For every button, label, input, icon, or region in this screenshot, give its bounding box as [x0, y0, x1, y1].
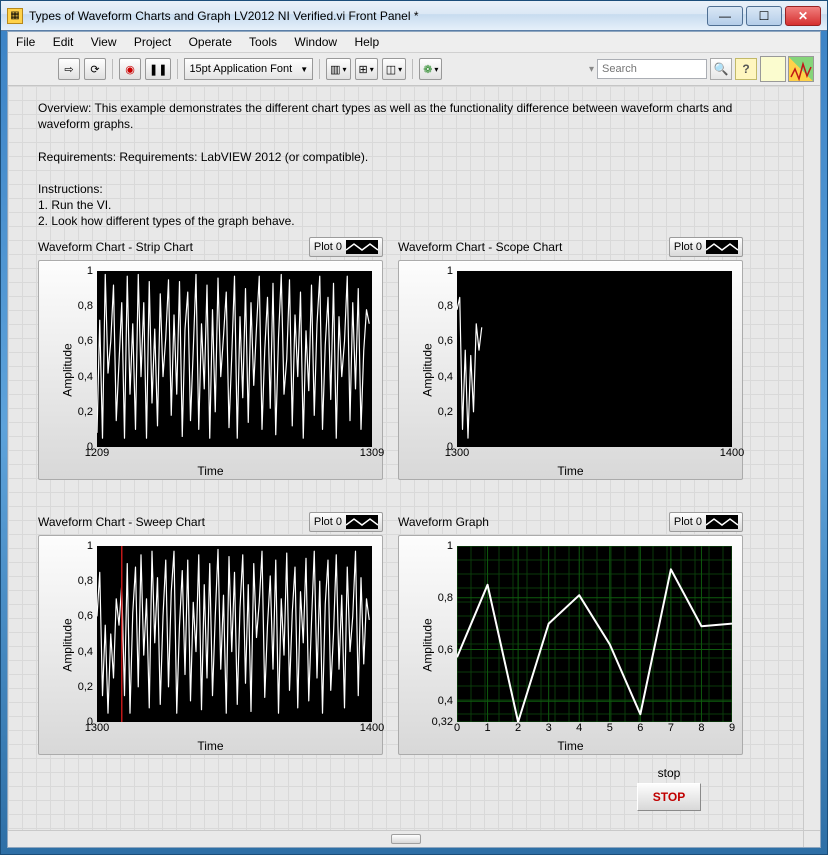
menu-help[interactable]: Help: [354, 35, 379, 49]
legend[interactable]: Plot 0: [309, 512, 383, 532]
pause-button[interactable]: ❚❚: [145, 58, 171, 80]
menu-project[interactable]: Project: [134, 35, 171, 49]
plot-area: [97, 271, 372, 447]
y-ticks: 00,20,40,60,81: [429, 271, 455, 447]
search-input[interactable]: [597, 59, 707, 79]
question-icon: ?: [742, 62, 749, 76]
help-button[interactable]: ?: [735, 58, 757, 80]
stop-label: stop: [634, 766, 704, 780]
menu-file[interactable]: File: [16, 35, 35, 49]
stop-circle-icon: ◉: [125, 63, 135, 76]
maximize-button[interactable]: ☐: [746, 6, 782, 26]
x-axis-label: Time: [399, 739, 742, 753]
x-ticks: 0123456789: [457, 722, 732, 736]
menu-tools[interactable]: Tools: [249, 35, 277, 49]
x-axis-label: Time: [399, 464, 742, 478]
chart-title: Waveform Graph: [398, 515, 489, 529]
legend-swatch: [706, 515, 738, 529]
window-title: Types of Waveform Charts and Graph LV201…: [29, 9, 707, 23]
font-selector-label: 15pt Application Font: [189, 63, 292, 75]
legend-swatch: [706, 240, 738, 254]
requirements-text: Requirements: Requirements: LabVIEW 2012…: [38, 149, 758, 165]
connector-pane-icon[interactable]: [760, 56, 786, 82]
x-axis-label: Time: [39, 739, 382, 753]
menu-operate[interactable]: Operate: [189, 35, 232, 49]
plot-box: Amplitude 00,20,40,60,81 13001400 Time: [38, 535, 383, 755]
y-ticks: 00,20,40,60,81: [69, 271, 95, 447]
chart-title: Waveform Chart - Sweep Chart: [38, 515, 205, 529]
x-ticks: 12091309: [97, 447, 372, 461]
font-selector[interactable]: 15pt Application Font ▼: [184, 58, 313, 80]
legend-label: Plot 0: [314, 241, 342, 253]
plot-box: Amplitude 0,320,40,60,81 0123456789 Time: [398, 535, 743, 755]
app-icon: ▦: [7, 8, 23, 24]
run-arrow-icon: ⇨: [64, 63, 73, 76]
overview-text: Overview: This example demonstrates the …: [38, 100, 758, 132]
minimize-button[interactable]: —: [707, 6, 743, 26]
chart-scope: Waveform Chart - Scope Chart Plot 0 Ampl…: [398, 236, 743, 480]
legend-swatch: [346, 240, 378, 254]
run-continuous-button[interactable]: ⟳: [84, 58, 106, 80]
horizontal-scrollbar[interactable]: [8, 830, 803, 847]
description-block: Overview: This example demonstrates the …: [38, 100, 758, 230]
run-button[interactable]: ⇨: [58, 58, 80, 80]
front-panel-canvas[interactable]: Overview: This example demonstrates the …: [8, 86, 820, 847]
close-button[interactable]: ✕: [785, 6, 821, 26]
vi-icon[interactable]: [788, 56, 814, 82]
x-ticks: 13001400: [457, 447, 732, 461]
instruction-1: 1. Run the VI.: [38, 197, 758, 213]
legend-swatch: [346, 515, 378, 529]
plot-box: Amplitude 00,20,40,60,81 13001400 Time: [398, 260, 743, 480]
menu-view[interactable]: View: [91, 35, 117, 49]
plot-area: [457, 271, 732, 447]
legend[interactable]: Plot 0: [669, 512, 743, 532]
chart-strip: Waveform Chart - Strip Chart Plot 0 Ampl…: [38, 236, 383, 480]
align-button[interactable]: ▥▾: [326, 58, 350, 80]
legend[interactable]: Plot 0: [669, 237, 743, 257]
menu-bar[interactable]: File Edit View Project Operate Tools Win…: [8, 32, 820, 53]
y-ticks: 0,320,40,60,81: [429, 546, 455, 722]
window-frame: ▦ Types of Waveform Charts and Graph LV2…: [0, 0, 828, 855]
stop-button[interactable]: STOP: [637, 783, 701, 811]
legend-label: Plot 0: [314, 516, 342, 528]
instruction-2: 2. Look how different types of the graph…: [38, 213, 758, 229]
legend-label: Plot 0: [674, 516, 702, 528]
reorder-button[interactable]: ❁▾: [419, 58, 442, 80]
distribute-button[interactable]: ⊞▾: [355, 58, 378, 80]
x-axis-label: Time: [39, 464, 382, 478]
chevron-down-icon: ▼: [300, 65, 308, 74]
plot-area: [97, 546, 372, 722]
search-go-button[interactable]: 🔍: [710, 58, 732, 80]
chart-title: Waveform Chart - Strip Chart: [38, 240, 193, 254]
legend[interactable]: Plot 0: [309, 237, 383, 257]
loop-arrows-icon: ⟳: [90, 63, 99, 76]
plot-area: [457, 546, 732, 722]
x-ticks: 13001400: [97, 722, 372, 736]
pause-icon: ❚❚: [149, 63, 167, 76]
gear-icon: ❁: [423, 63, 432, 76]
resize-grip[interactable]: [803, 830, 820, 847]
stop-group: stop STOP: [634, 766, 704, 811]
chart-sweep: Waveform Chart - Sweep Chart Plot 0 Ampl…: [38, 511, 383, 755]
search-dropdown-icon[interactable]: ▾: [589, 64, 594, 75]
legend-label: Plot 0: [674, 241, 702, 253]
toolbar: ⇨ ⟳ ◉ ❚❚ 15pt Application Font ▼ ▥▾ ⊞▾ ◫…: [8, 53, 820, 86]
instructions-header: Instructions:: [38, 181, 758, 197]
chart-graph: Waveform Graph Plot 0 Amplitude 0,320,40…: [398, 511, 743, 755]
vertical-scrollbar[interactable]: [803, 86, 820, 830]
plot-box: Amplitude 00,20,40,60,81 12091309 Time: [38, 260, 383, 480]
menu-edit[interactable]: Edit: [53, 35, 74, 49]
search-icon: 🔍: [714, 62, 729, 76]
resize-button[interactable]: ◫▾: [382, 58, 406, 80]
chart-title: Waveform Chart - Scope Chart: [398, 240, 562, 254]
titlebar[interactable]: ▦ Types of Waveform Charts and Graph LV2…: [1, 1, 827, 31]
y-ticks: 00,20,40,60,81: [69, 546, 95, 722]
menu-window[interactable]: Window: [294, 35, 337, 49]
abort-button[interactable]: ◉: [119, 58, 141, 80]
